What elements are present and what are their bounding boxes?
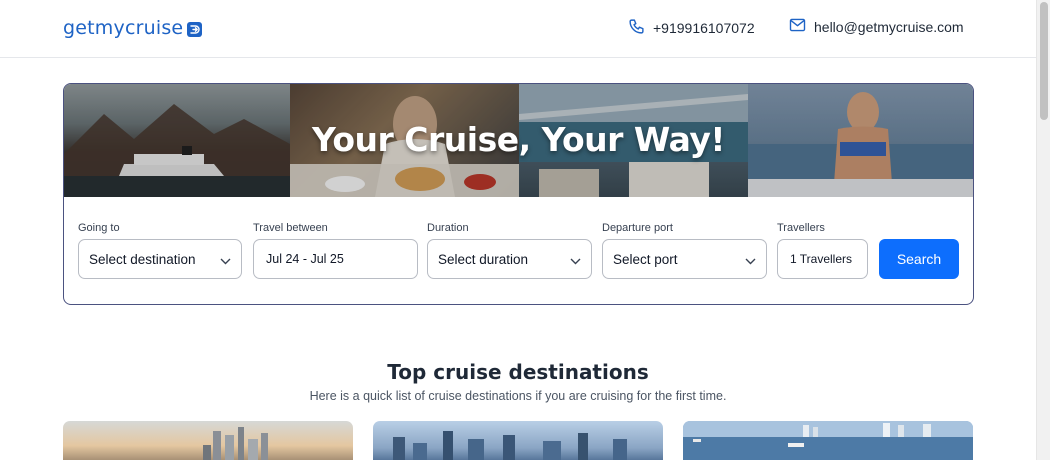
travellers-value: 1 Travellers [790, 252, 853, 266]
travellers-input[interactable]: 1 Travellers [777, 239, 868, 279]
date-range-input[interactable]: Jul 24 - Jul 25 [253, 239, 418, 279]
chevron-down-icon [570, 253, 581, 268]
departure-port-label: Departure port [602, 222, 673, 234]
destination-card-hongkong[interactable] [683, 421, 973, 460]
travel-between-label: Travel between [253, 222, 328, 234]
search-button[interactable]: Search [879, 239, 959, 279]
destination-card-dubai[interactable] [63, 421, 353, 460]
phone-link[interactable]: +919916107072 [628, 18, 755, 38]
port-value: Select port [613, 251, 678, 267]
going-to-label: Going to [78, 222, 120, 234]
mail-icon [789, 18, 806, 35]
scrollbar-thumb[interactable] [1040, 2, 1048, 120]
email-link[interactable]: hello@getmycruise.com [789, 18, 964, 35]
destination-select[interactable]: Select destination [78, 239, 242, 279]
destination-card-singapore[interactable] [373, 421, 663, 460]
section-subtitle: Here is a quick list of cruise destinati… [309, 389, 727, 403]
travellers-label: Travellers [777, 222, 825, 234]
duration-select[interactable]: Select duration [427, 239, 592, 279]
logo[interactable]: getmycruise [63, 17, 203, 39]
destination-value: Select destination [89, 251, 196, 267]
port-select[interactable]: Select port [602, 239, 767, 279]
page-scrollbar[interactable] [1036, 0, 1050, 460]
date-range-value: Jul 24 - Jul 25 [266, 252, 344, 266]
chevron-down-icon [220, 253, 231, 268]
hero-search-card: Your Cruise, Your Way! Going to Select d… [63, 83, 974, 305]
chevron-down-icon [745, 253, 756, 268]
site-header: getmycruise +919916107072 hello@getmycru… [0, 0, 1036, 58]
logo-arrow-icon [187, 21, 203, 37]
duration-value: Select duration [438, 251, 529, 267]
email-address: hello@getmycruise.com [814, 18, 964, 35]
phone-icon [628, 18, 645, 38]
hero-banner: Your Cruise, Your Way! [64, 84, 973, 197]
logo-text: getmycruise [63, 17, 184, 39]
section-title: Top cruise destinations [387, 360, 649, 384]
duration-label: Duration [427, 222, 469, 234]
hero-title: Your Cruise, Your Way! [312, 120, 725, 159]
phone-number: +919916107072 [653, 20, 755, 36]
